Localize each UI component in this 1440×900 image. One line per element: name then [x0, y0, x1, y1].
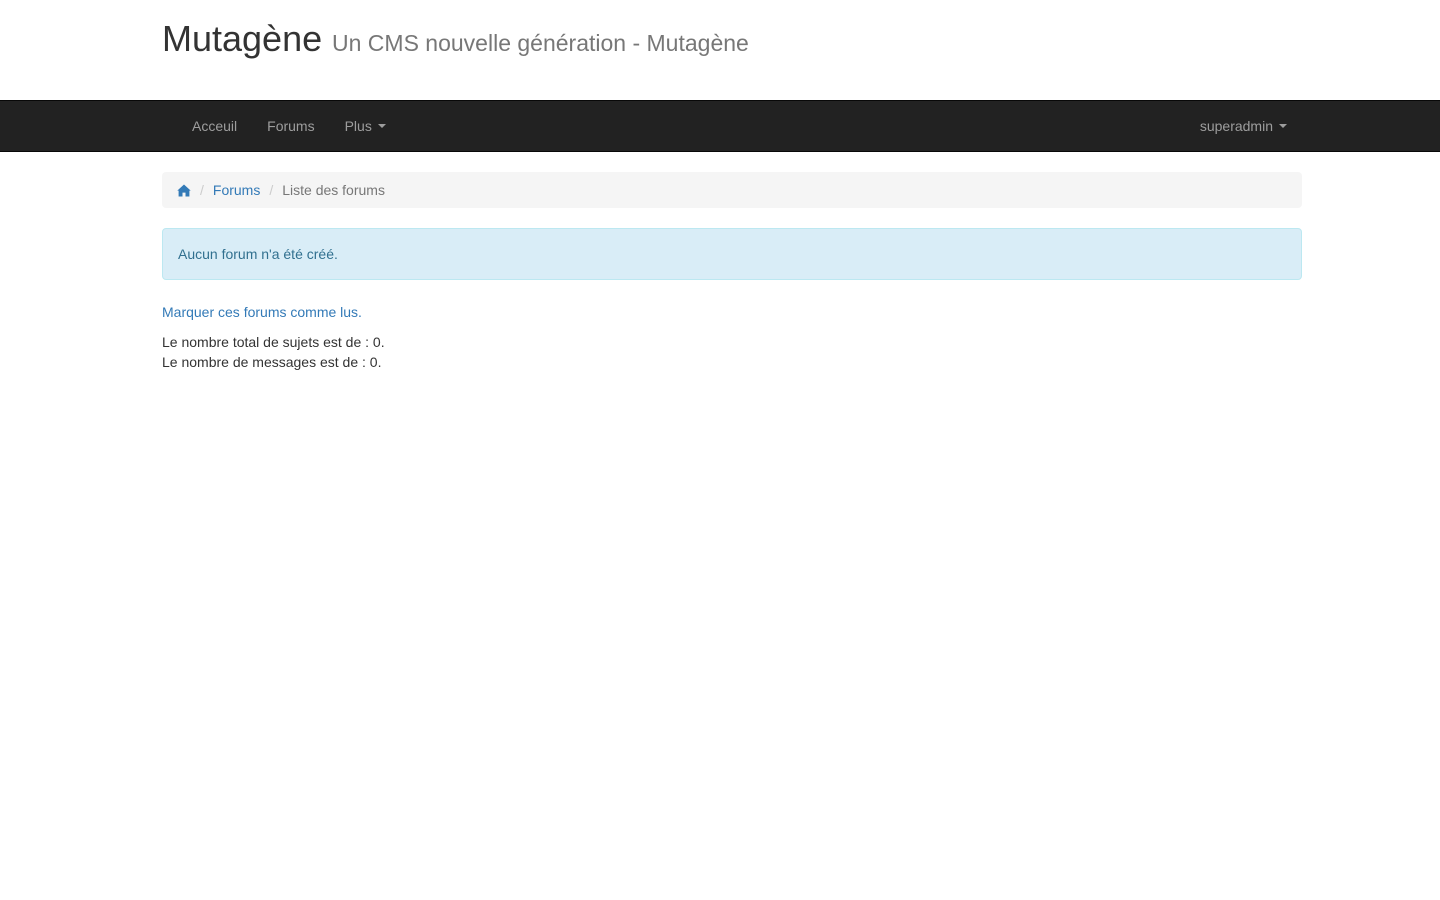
site-header: Mutagène Un CMS nouvelle génération - Mu… [0, 0, 1440, 100]
navbar-menu: Acceuil Forums Plus [177, 101, 401, 151]
navbar-user-menu: superadmin [1185, 101, 1302, 151]
forum-stats: Le nombre total de sujets est de : 0. Le… [162, 332, 1302, 372]
home-icon [177, 184, 191, 197]
main-navbar: Acceuil Forums Plus superadmin [0, 100, 1440, 152]
breadcrumb-separator: / [200, 182, 204, 198]
breadcrumb-forums[interactable]: Forums [213, 182, 260, 198]
main-content: / Forums / Liste des forums Aucun forum … [162, 172, 1302, 372]
breadcrumb: / Forums / Liste des forums [162, 172, 1302, 208]
mark-forums-read-link[interactable]: Marquer ces forums comme lus. [162, 302, 362, 322]
info-alert: Aucun forum n'a été créé. [162, 228, 1302, 280]
nav-item-forums[interactable]: Forums [252, 101, 329, 151]
nav-item-plus-label: Plus [344, 118, 372, 134]
breadcrumb-separator: / [269, 182, 274, 198]
user-menu-dropdown[interactable]: superadmin [1185, 101, 1302, 151]
messages-count-text: Le nombre de messages est de : 0. [162, 354, 382, 370]
caret-down-icon [377, 124, 386, 129]
breadcrumb-home[interactable] [177, 182, 191, 198]
topics-count-text: Le nombre total de sujets est de : 0. [162, 334, 385, 350]
nav-item-plus-dropdown[interactable]: Plus [330, 101, 401, 151]
caret-down-icon [1279, 124, 1287, 129]
user-name-label: superadmin [1199, 118, 1273, 134]
site-title[interactable]: Mutagène [162, 18, 322, 59]
alert-message: Aucun forum n'a été créé. [178, 246, 338, 262]
breadcrumb-current: Liste des forums [282, 182, 385, 198]
nav-item-acceuil[interactable]: Acceuil [177, 101, 252, 151]
site-subtitle: Un CMS nouvelle génération - Mutagène [332, 30, 749, 56]
brand: Mutagène Un CMS nouvelle génération - Mu… [162, 18, 749, 60]
